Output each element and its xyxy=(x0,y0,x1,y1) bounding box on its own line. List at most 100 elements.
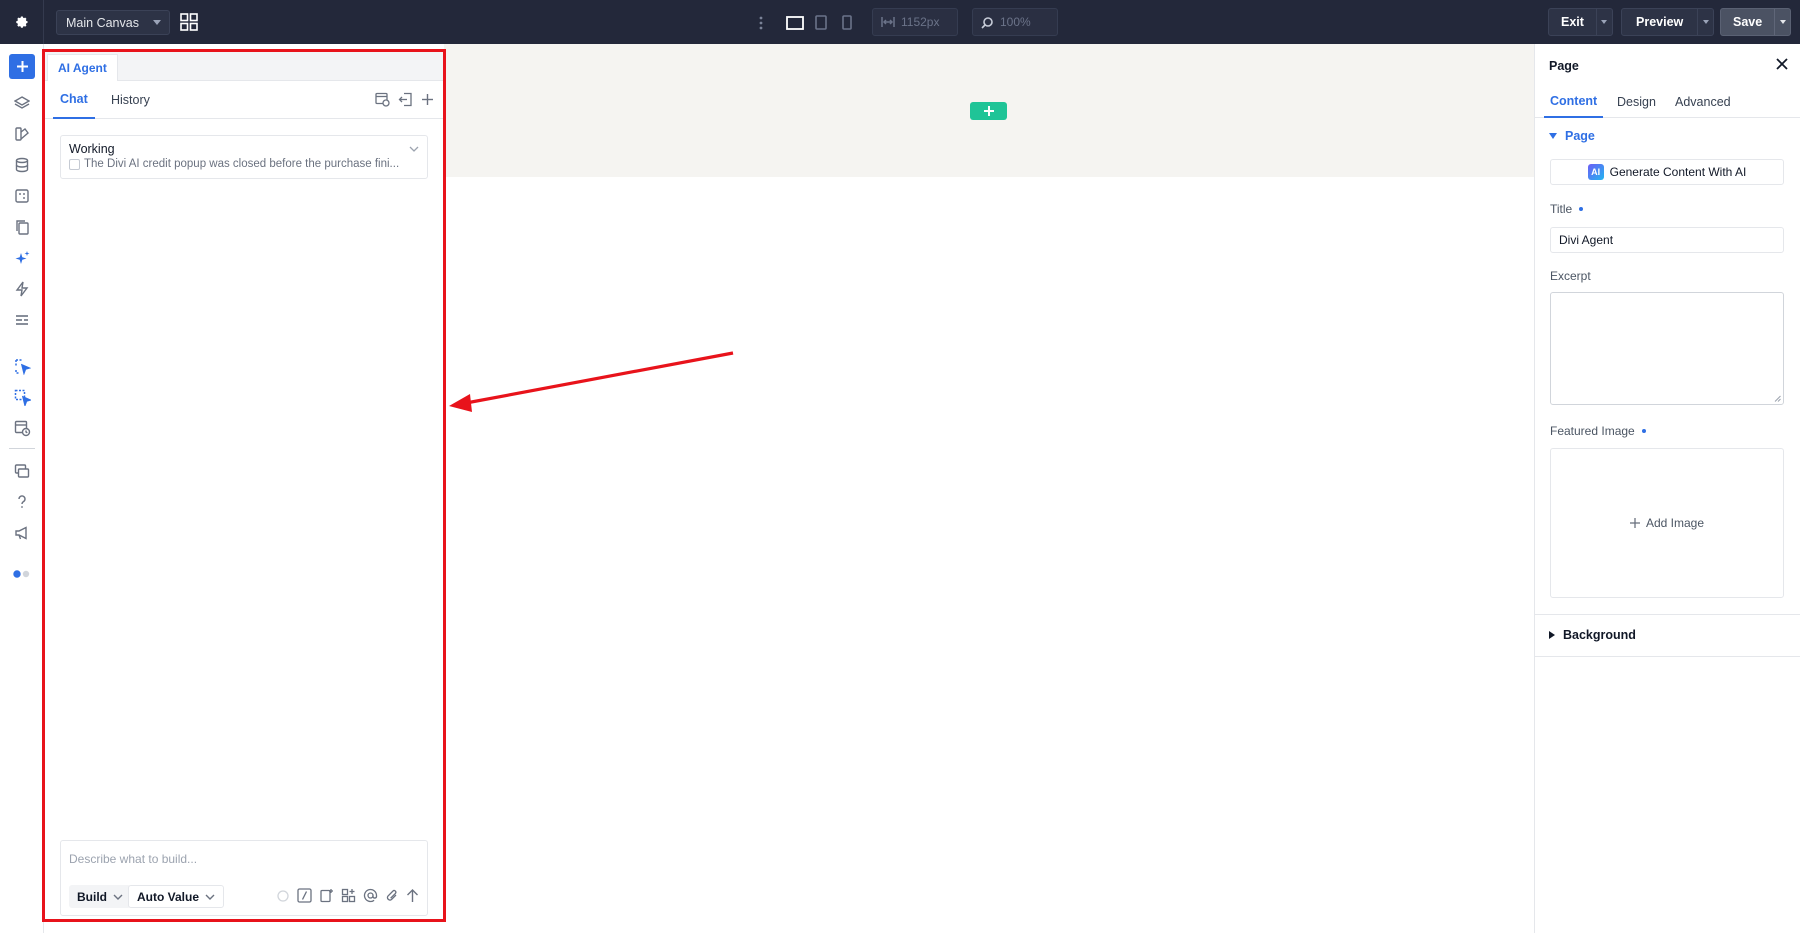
open-conversation-button[interactable] xyxy=(375,92,390,107)
title-field-label: Title xyxy=(1550,202,1584,216)
add-section-button[interactable] xyxy=(970,102,1007,120)
save-label: Save xyxy=(1733,15,1763,29)
design-library-button[interactable] xyxy=(10,122,34,146)
settings-gear-button[interactable] xyxy=(0,0,44,44)
sparkle-icon xyxy=(15,250,29,264)
tab-history[interactable]: History xyxy=(107,81,154,119)
presets-button[interactable] xyxy=(10,308,34,332)
database-button[interactable] xyxy=(10,153,34,177)
copy-icon xyxy=(16,220,29,235)
announcements-button[interactable] xyxy=(10,521,34,545)
mode-select[interactable]: Build xyxy=(69,885,131,908)
tab-content[interactable]: Content xyxy=(1544,86,1604,118)
interactions-button[interactable] xyxy=(10,277,34,301)
save-dropdown-toggle[interactable] xyxy=(1774,9,1790,35)
help-button[interactable] xyxy=(10,490,34,514)
background-section-toggle[interactable]: Background xyxy=(1549,628,1636,642)
gear-icon xyxy=(15,16,27,28)
settings-panel-title: Page xyxy=(1549,59,1579,73)
variables-icon xyxy=(15,189,29,203)
more-options-button[interactable] xyxy=(756,16,766,30)
top-toolbar: Main Canvas 1152px 100% Exit Preview Sav… xyxy=(0,0,1800,44)
agent-subtabs: Chat History xyxy=(44,81,444,119)
exit-dropdown-toggle[interactable] xyxy=(1595,9,1612,35)
page-reference-button[interactable] xyxy=(319,888,334,903)
canvas-grid-button[interactable] xyxy=(180,13,198,31)
annotation-arrow xyxy=(449,351,734,412)
rail-divider xyxy=(9,448,35,449)
add-image-dropzone[interactable]: Add Image xyxy=(1550,448,1784,598)
collapse-panel-button[interactable] xyxy=(398,92,413,107)
triangle-down-icon xyxy=(1549,133,1557,139)
page-section-toggle[interactable]: Page xyxy=(1549,129,1595,143)
expand-working-button[interactable] xyxy=(409,146,419,152)
title-input[interactable]: Divi Agent xyxy=(1550,227,1784,253)
paperclip-icon xyxy=(386,889,397,901)
modified-dot-icon xyxy=(1641,429,1646,433)
grid-icon xyxy=(180,13,198,31)
megaphone-icon xyxy=(15,526,27,540)
chat-input[interactable] xyxy=(69,849,419,869)
task-checkbox-icon xyxy=(69,158,80,170)
canvas-width-field[interactable]: 1152px xyxy=(872,8,958,36)
generate-content-ai-button[interactable]: AI Generate Content With AI xyxy=(1550,159,1784,185)
layout-history-button[interactable] xyxy=(10,416,34,440)
working-status-card[interactable]: Working The Divi AI credit popup was clo… xyxy=(60,135,428,179)
plus-icon xyxy=(422,94,433,105)
chevron-down-icon xyxy=(409,146,419,152)
composer-tools xyxy=(276,888,419,903)
add-element-button[interactable] xyxy=(9,54,35,79)
mention-button[interactable] xyxy=(363,888,378,903)
theme-toggle[interactable] xyxy=(10,562,34,586)
attach-file-button[interactable] xyxy=(385,888,399,903)
layers-button[interactable] xyxy=(10,91,34,115)
send-message-button[interactable] xyxy=(406,888,419,903)
close-settings-button[interactable] xyxy=(1776,58,1788,70)
desktop-view-button[interactable] xyxy=(782,10,808,35)
ai-badge-icon: AI xyxy=(1587,164,1604,180)
pages-button[interactable] xyxy=(10,215,34,239)
zoom-field[interactable]: 100% xyxy=(972,8,1058,36)
ai-agent-panel: AI Agent Chat History Working The Divi A… xyxy=(44,50,444,920)
auto-value-select[interactable]: Auto Value xyxy=(128,885,225,908)
new-chat-button[interactable] xyxy=(421,92,434,107)
settings-panel: Page Content Design Advanced Page AI Gen… xyxy=(1534,44,1800,933)
preview-button[interactable]: Preview xyxy=(1621,8,1715,36)
vertical-dots-icon xyxy=(759,16,763,29)
slash-command-button[interactable] xyxy=(297,888,312,903)
templates-button[interactable] xyxy=(10,459,34,483)
working-title: Working xyxy=(69,142,115,156)
status-circle-button[interactable] xyxy=(276,889,290,903)
select-element-button[interactable] xyxy=(10,354,34,378)
layers-icon xyxy=(14,96,30,109)
tab-design[interactable]: Design xyxy=(1613,86,1660,118)
device-switcher xyxy=(756,10,860,35)
tab-advanced[interactable]: Advanced xyxy=(1671,86,1735,118)
auto-value-label: Auto Value xyxy=(137,889,200,904)
add-image-label: Add Image xyxy=(1645,516,1705,530)
left-icon-rail xyxy=(0,44,44,933)
save-button[interactable]: Save xyxy=(1720,8,1792,36)
agent-header-actions xyxy=(375,92,434,107)
ai-sparkle-button[interactable] xyxy=(10,246,34,270)
plus-icon xyxy=(983,106,994,116)
chevron-down-icon xyxy=(113,894,123,900)
tablet-view-button[interactable] xyxy=(808,10,834,35)
caret-down-icon xyxy=(1702,20,1709,24)
tab-ai-agent[interactable]: AI Agent xyxy=(47,54,118,81)
preview-label: Preview xyxy=(1636,15,1684,29)
variables-button[interactable] xyxy=(10,184,34,208)
module-reference-button[interactable] xyxy=(341,888,356,903)
canvas-select[interactable]: Main Canvas xyxy=(56,10,170,35)
preview-dropdown-toggle[interactable] xyxy=(1697,9,1713,35)
multi-select-button[interactable] xyxy=(10,385,34,409)
exit-button[interactable]: Exit xyxy=(1548,8,1613,36)
builder-canvas[interactable] xyxy=(444,44,1534,933)
phone-view-button[interactable] xyxy=(834,10,860,35)
chat-composer: Build Auto Value xyxy=(60,840,428,916)
panel-exit-icon xyxy=(398,92,412,107)
layout-clock-icon xyxy=(14,420,30,436)
tab-chat[interactable]: Chat xyxy=(53,81,95,119)
excerpt-textarea[interactable] xyxy=(1550,292,1784,405)
title-label-text: Title xyxy=(1550,202,1573,216)
